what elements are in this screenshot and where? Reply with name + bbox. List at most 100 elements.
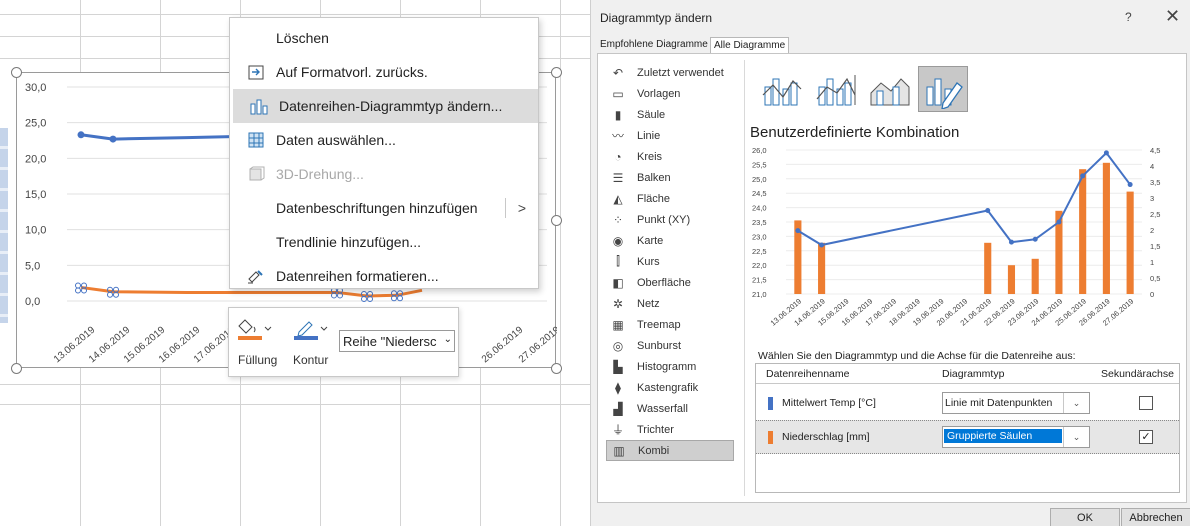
chart-type-item[interactable]: ▮ Säule	[606, 104, 734, 125]
chart-type-item[interactable]: ◎ Sunburst	[606, 335, 734, 356]
ok-button[interactable]: OK	[1050, 508, 1120, 526]
selected-cells[interactable]	[0, 128, 8, 323]
series-table: Datenreihenname Diagrammtyp Sekundärachs…	[755, 363, 1180, 493]
menu-item-select-data[interactable]: Daten auswählen...	[230, 123, 540, 157]
resize-handle[interactable]	[551, 67, 562, 78]
dialog-title: Diagrammtyp ändern	[600, 11, 713, 25]
combo-subtype-icon	[762, 78, 802, 106]
chevron-down-icon[interactable]: ⌄	[1063, 393, 1089, 413]
chart-type-label: Netz	[637, 297, 660, 310]
chevron-down-icon[interactable]: ⌄	[1063, 427, 1089, 447]
chart-type-label: Histogramm	[637, 360, 697, 373]
chart-type-item[interactable]: ◔ Kreis	[606, 146, 734, 167]
outline-button[interactable]	[291, 314, 331, 344]
menu-item-change-series-chart-type[interactable]: Datenreihen-Diagrammtyp ändern...	[233, 89, 538, 123]
menu-item-add-trendline[interactable]: Trendlinie hinzufügen...	[230, 225, 540, 259]
preview-bar	[818, 242, 826, 294]
close-icon[interactable]: ✕	[1165, 6, 1180, 27]
y-tick-label: 10,0	[25, 225, 46, 237]
chart-type-item[interactable]: ▟ Wasserfall	[606, 398, 734, 419]
chart-type-item[interactable]: ✲ Netz	[606, 293, 734, 314]
chart-type-icon: ⫿	[616, 254, 620, 268]
chart-type-icon: ▭	[612, 86, 624, 101]
fill-button[interactable]	[235, 314, 275, 344]
chart-type-icon: ✲	[612, 296, 624, 311]
menu-item-reset-style[interactable]: Auf Formatvorl. zurücks.	[230, 55, 540, 89]
combo-subtype-clustered-line[interactable]	[756, 66, 806, 112]
chart-type-item[interactable]: ↶ Zuletzt verwendet	[606, 62, 734, 83]
help-icon[interactable]: ?	[1125, 10, 1132, 24]
menu-item-delete[interactable]: Löschen	[230, 21, 540, 55]
mini-toolbar: Füllung Kontur Reihe "Niedersc ⌄	[228, 307, 459, 377]
tab-recommended-charts[interactable]: Empfohlene Diagramme	[597, 37, 711, 54]
chart-type-item[interactable]: ⁘ Punkt (XY)	[606, 209, 734, 230]
chart-type-item[interactable]: ▦ Treemap	[606, 314, 734, 335]
menu-item-label: Auf Formatvorl. zurücks.	[276, 64, 428, 80]
combo-subtype-clustered-line-secondary[interactable]	[810, 66, 860, 112]
chart-type-label: Zuletzt verwendet	[637, 66, 724, 79]
secondary-y-tick-label: 2,5	[1150, 210, 1160, 219]
series-chart-type-dropdown[interactable]: Linie mit Datenpunkten ⌄	[942, 392, 1090, 414]
resize-handle[interactable]	[11, 67, 22, 78]
secondary-axis-checkbox[interactable]	[1139, 396, 1153, 410]
table-row[interactable]: Niederschlag [mm] Gruppierte Säulen ⌄ ✓	[756, 420, 1179, 454]
chart-type-item[interactable]: ⧫ Kastengrafik	[606, 377, 734, 398]
series-select-value: Reihe "Niedersc	[343, 333, 437, 349]
reset-style-icon	[246, 62, 266, 82]
resize-handle[interactable]	[551, 215, 562, 226]
combo-subtype-custom[interactable]	[918, 66, 968, 112]
resize-handle[interactable]	[11, 363, 22, 374]
chart-type-icon: ▙	[613, 359, 623, 374]
menu-item-3d-rotation[interactable]: 3D-Drehung...	[230, 157, 540, 191]
chart-type-icon: ◧	[612, 275, 624, 290]
primary-y-tick-label: 25,5	[752, 160, 767, 169]
preview-point	[1103, 150, 1109, 156]
secondary-y-tick-label: 3	[1150, 194, 1154, 203]
grid-line	[0, 14, 590, 15]
preview-point	[985, 207, 991, 213]
chart-type-item[interactable]: 〰 Linie	[606, 125, 734, 146]
series-chart-type-value: Gruppierte Säulen	[944, 429, 1062, 443]
chevron-down-icon: ⌄	[443, 334, 452, 345]
series-chart-type-dropdown[interactable]: Gruppierte Säulen ⌄	[942, 426, 1090, 448]
chart-type-item[interactable]: ⏚ Trichter	[606, 419, 734, 440]
chart-type-icon: ◉	[612, 233, 624, 248]
divider	[505, 198, 506, 218]
chart-type-item[interactable]: ☰ Balken	[606, 167, 734, 188]
primary-y-tick-label: 24,5	[752, 189, 767, 198]
divider	[756, 383, 1179, 384]
chart-type-icon: ◔	[614, 149, 622, 164]
chart-type-item[interactable]: ◉ Karte	[606, 230, 734, 251]
chart-type-icon: ⏚	[611, 423, 624, 437]
y-tick-label: 15,0	[25, 189, 46, 201]
secondary-y-tick-label: 2	[1150, 226, 1154, 235]
combo-subtype-area-clustered[interactable]	[864, 66, 914, 112]
chart-type-label: Kastengrafik	[637, 381, 699, 394]
chevron-right-icon[interactable]: >	[518, 200, 526, 216]
secondary-y-tick-label: 0	[1150, 290, 1154, 299]
chart-type-item[interactable]: ▭ Vorlagen	[606, 83, 734, 104]
combo-subtype-icon	[870, 78, 910, 106]
resize-handle[interactable]	[551, 363, 562, 374]
table-row[interactable]: Mittelwert Temp [°C] Linie mit Datenpunk…	[756, 386, 1179, 420]
secondary-axis-checkbox-checked[interactable]: ✓	[1139, 430, 1153, 444]
menu-item-add-data-labels[interactable]: Datenbeschriftungen hinzufügen >	[230, 191, 540, 225]
chart-type-item[interactable]: ▙ Histogramm	[606, 356, 734, 377]
grid-line	[0, 404, 590, 405]
cancel-button[interactable]: Abbrechen	[1121, 508, 1190, 526]
chart-type-label: Vorlagen	[637, 87, 681, 100]
tab-all-charts[interactable]: Alle Diagramme	[710, 37, 790, 54]
chart-type-label: Trichter	[637, 423, 674, 436]
series-name: Niederschlag [mm]	[782, 431, 870, 443]
chart-type-item[interactable]: ⫿ Kurs	[606, 251, 734, 272]
chart-type-item[interactable]: ▥ Kombi	[606, 440, 734, 461]
chart-type-item[interactable]: ◧ Oberfläche	[606, 272, 734, 293]
custom-combo-pencil-icon	[926, 78, 963, 109]
series-select-dropdown[interactable]: Reihe "Niedersc ⌄	[339, 330, 455, 352]
chart-type-item[interactable]: ◭ Fläche	[606, 188, 734, 209]
menu-item-format-series[interactable]: Datenreihen formatieren...	[230, 259, 540, 293]
secondary-y-tick-label: 4,5	[1150, 146, 1160, 155]
y-tick-label: 30,0	[25, 82, 46, 94]
chart-type-icon: ↶	[612, 65, 624, 80]
menu-item-label: 3D-Drehung...	[276, 166, 364, 182]
